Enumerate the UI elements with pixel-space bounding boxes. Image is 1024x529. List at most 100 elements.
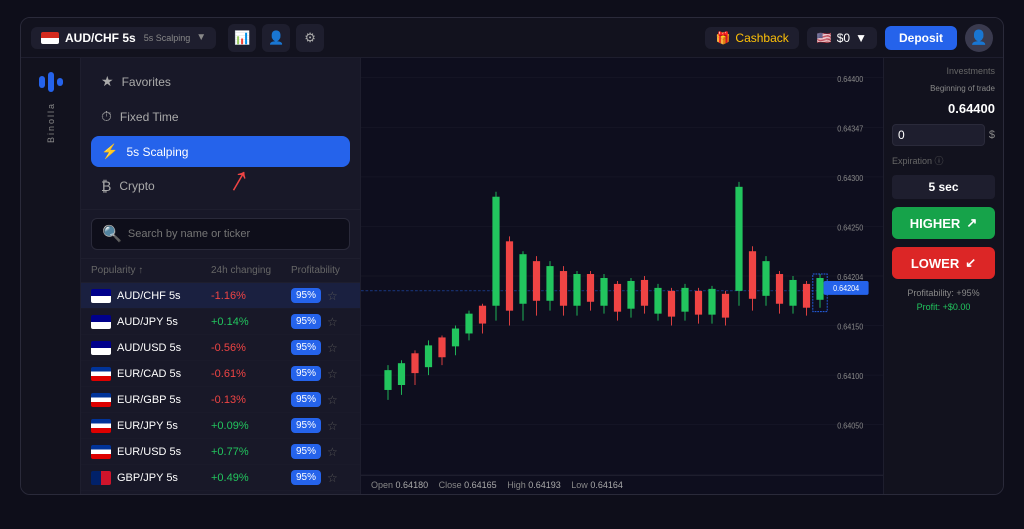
instrument-list: AUD/CHF 5s -1.16% 95% ☆ AUD/JPY 5s +0.14… bbox=[81, 283, 360, 494]
svg-text:0.64050: 0.64050 bbox=[837, 421, 863, 430]
instrument-info: AUD/USD 5s bbox=[91, 341, 211, 355]
sidebar-item-favorites[interactable]: ★ Favorites bbox=[91, 66, 350, 97]
instrument-info: EUR/USD 5s bbox=[91, 445, 211, 459]
profit-badge: 95% bbox=[291, 340, 321, 355]
left-sidebar: Binolla bbox=[21, 58, 81, 494]
instrument-selector[interactable]: AUD/CHF 5s 5s Scalping ▼ bbox=[31, 27, 216, 49]
cashback-label: Cashback bbox=[735, 31, 788, 45]
low-label: Low bbox=[571, 480, 588, 490]
avatar[interactable]: 👤 bbox=[965, 24, 993, 52]
change-value: -0.13% bbox=[211, 394, 291, 406]
deposit-button[interactable]: Deposit bbox=[885, 26, 957, 50]
header: AUD/CHF 5s 5s Scalping ▼ 📊 👤 ⚙ 🎁 Cashbac… bbox=[21, 18, 1003, 58]
investment-input[interactable] bbox=[892, 124, 985, 146]
balance-value: $0 bbox=[837, 31, 850, 45]
low-value: 0.64164 bbox=[590, 480, 623, 490]
table-row[interactable]: EUR/USD 5s +0.77% 95% ☆ bbox=[81, 439, 360, 465]
cashback-icon: 🎁 bbox=[715, 31, 730, 45]
fixed-time-label: Fixed Time bbox=[120, 110, 179, 124]
search-area: 🔍 bbox=[81, 210, 360, 259]
pair-name: EUR/JPY 5s bbox=[117, 420, 178, 432]
star-icon[interactable]: ☆ bbox=[327, 315, 338, 329]
star-icon[interactable]: ☆ bbox=[327, 393, 338, 407]
crypto-icon: ₿ bbox=[101, 178, 111, 194]
instrument-name: AUD/CHF 5s bbox=[65, 31, 136, 45]
balance-button[interactable]: 🇺🇸 $0 ▼ bbox=[807, 27, 877, 49]
profit-badge: 95% bbox=[291, 418, 321, 433]
svg-text:0.64100: 0.64100 bbox=[837, 372, 863, 381]
instrument-panel: ★ Favorites ⏱ Fixed Time ⚡ 5s Scalping ₿… bbox=[81, 58, 361, 494]
star-icon[interactable]: ☆ bbox=[327, 419, 338, 433]
flag-au-ch bbox=[91, 289, 111, 303]
main-area: Binolla ★ Favorites ⏱ Fixed Time ⚡ 5s Sc… bbox=[21, 58, 1003, 494]
lower-label: LOWER bbox=[911, 256, 959, 271]
star-icon[interactable]: ☆ bbox=[327, 367, 338, 381]
crypto-label: Crypto bbox=[119, 179, 154, 193]
search-box[interactable]: 🔍 bbox=[91, 218, 350, 250]
pair-name: EUR/GBP 5s bbox=[117, 394, 181, 406]
table-row[interactable]: EUR/CAD 5s -0.61% 95% ☆ bbox=[81, 361, 360, 387]
change-value: -1.16% bbox=[211, 290, 291, 302]
change-value: +0.09% bbox=[211, 420, 291, 432]
ohlc-status: Open 0.64180 Close 0.64165 High 0.64193 … bbox=[361, 475, 883, 494]
change-value: +0.77% bbox=[211, 446, 291, 458]
star-icon[interactable]: ☆ bbox=[327, 445, 338, 459]
sidebar-item-5s-scalping[interactable]: ⚡ 5s Scalping bbox=[91, 136, 350, 167]
star-icon[interactable]: ☆ bbox=[327, 471, 338, 485]
begin-trade-label: Beginning of trade bbox=[930, 84, 995, 93]
binolla-logo: Binolla bbox=[37, 68, 65, 143]
binolla-brand-icon bbox=[37, 68, 65, 96]
right-panel: Investments Beginning of trade 0.64400 $… bbox=[883, 58, 1003, 494]
change-value: +0.49% bbox=[211, 472, 291, 484]
profit-label: Profit: +$0.00 bbox=[892, 301, 995, 315]
table-row[interactable]: GBP/JPY 5s +0.49% 95% ☆ bbox=[81, 465, 360, 491]
instrument-nav: ★ Favorites ⏱ Fixed Time ⚡ 5s Scalping ₿… bbox=[81, 58, 360, 210]
change-value: +0.14% bbox=[211, 316, 291, 328]
flag-eu-jp bbox=[91, 419, 111, 433]
table-row[interactable]: GBP/USD 5s -0.78% 95% ☆ bbox=[81, 491, 360, 494]
lower-button[interactable]: LOWER ↙ bbox=[892, 247, 995, 279]
profit-badge: 95% bbox=[291, 470, 321, 485]
table-row[interactable]: AUD/JPY 5s +0.14% 95% ☆ bbox=[81, 309, 360, 335]
brand-name: Binolla bbox=[46, 102, 56, 143]
begin-trade-value: 0.64400 bbox=[892, 101, 995, 116]
sidebar-item-fixed-time[interactable]: ⏱ Fixed Time bbox=[91, 101, 350, 132]
high-value: 0.64193 bbox=[528, 480, 561, 490]
col-change: 24h changing bbox=[211, 265, 291, 276]
instrument-info: EUR/JPY 5s bbox=[91, 419, 211, 433]
cashback-button[interactable]: 🎁 Cashback bbox=[705, 27, 798, 49]
settings-icon[interactable]: ⚙ bbox=[296, 24, 324, 52]
chart-icon[interactable]: 📊 bbox=[228, 24, 256, 52]
instrument-info: EUR/GBP 5s bbox=[91, 393, 211, 407]
pair-name: AUD/USD 5s bbox=[117, 342, 181, 354]
search-input[interactable] bbox=[128, 228, 339, 240]
pair-name: AUD/CHF 5s bbox=[117, 290, 181, 302]
scalping-icon: ⚡ bbox=[101, 143, 118, 160]
profitability-info: Profitability: +95% Profit: +$0.00 bbox=[892, 287, 995, 314]
currency-label: $ bbox=[989, 129, 995, 141]
high-label: High bbox=[507, 480, 526, 490]
person-icon[interactable]: 👤 bbox=[262, 24, 290, 52]
favorites-label: Favorites bbox=[122, 75, 171, 89]
star-icon[interactable]: ☆ bbox=[327, 341, 338, 355]
flag-us-small: 🇺🇸 bbox=[817, 31, 832, 45]
investments-label: Investments bbox=[892, 66, 995, 76]
table-row[interactable]: AUD/USD 5s -0.56% 95% ☆ bbox=[81, 335, 360, 361]
pair-name: EUR/CAD 5s bbox=[117, 368, 181, 380]
higher-button[interactable]: HIGHER ↗ bbox=[892, 207, 995, 239]
svg-text:0.64300: 0.64300 bbox=[837, 174, 863, 183]
svg-text:0.64400: 0.64400 bbox=[837, 74, 863, 83]
investment-row: $ bbox=[892, 124, 995, 146]
candlestick-chart: 0.64204 0.64400 0.64347 0.64300 0.64250 … bbox=[361, 58, 883, 494]
instrument-info: GBP/JPY 5s bbox=[91, 471, 211, 485]
chevron-down-icon: ▼ bbox=[196, 32, 206, 43]
lower-arrow-icon: ↙ bbox=[965, 255, 976, 271]
table-row[interactable]: EUR/JPY 5s +0.09% 95% ☆ bbox=[81, 413, 360, 439]
flag-au-us bbox=[91, 341, 111, 355]
instrument-info: AUD/JPY 5s bbox=[91, 315, 211, 329]
sidebar-item-crypto[interactable]: ₿ Crypto bbox=[91, 171, 350, 201]
table-row[interactable]: EUR/GBP 5s -0.13% 95% ☆ bbox=[81, 387, 360, 413]
instrument-mode: 5s Scalping bbox=[144, 33, 191, 43]
star-icon[interactable]: ☆ bbox=[327, 289, 338, 303]
table-row[interactable]: AUD/CHF 5s -1.16% 95% ☆ bbox=[81, 283, 360, 309]
